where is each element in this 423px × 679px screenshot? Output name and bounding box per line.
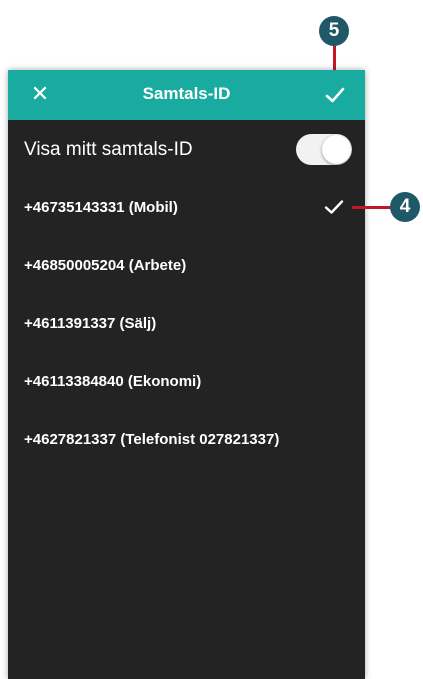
check-icon	[325, 87, 345, 103]
show-caller-id-row: Visa mitt samtals-ID	[8, 120, 365, 178]
number-label: +46735143331 (Mobil)	[24, 199, 178, 216]
number-label: +4627821337 (Telefonist 027821337)	[24, 431, 280, 448]
number-label: +46850005204 (Arbete)	[24, 257, 187, 274]
number-row-ekonomi[interactable]: +46113384840 (Ekonomi)	[8, 352, 365, 410]
number-label: +46113384840 (Ekonomi)	[24, 373, 202, 390]
header-bar: ✕ Samtals-ID	[8, 70, 365, 120]
caller-id-screen: ✕ Samtals-ID Visa mitt samtals-ID +46735…	[8, 70, 365, 679]
show-caller-id-label: Visa mitt samtals-ID	[24, 139, 193, 160]
page-title: Samtals-ID	[142, 84, 231, 103]
callout-line-4	[352, 206, 394, 209]
confirm-button[interactable]	[322, 82, 348, 108]
callout-badge-4: 4	[390, 192, 420, 222]
callout-badge-5: 5	[319, 16, 349, 46]
number-label: +4611391337 (Sälj)	[24, 315, 157, 332]
number-row-mobil[interactable]: +46735143331 (Mobil)	[8, 178, 365, 236]
number-row-telefonist[interactable]: +4627821337 (Telefonist 027821337)	[8, 410, 365, 468]
number-row-arbete[interactable]: +46850005204 (Arbete)	[8, 236, 365, 294]
toggle-knob	[322, 135, 351, 164]
selected-check-icon	[324, 200, 344, 214]
show-caller-id-toggle[interactable]	[296, 134, 352, 165]
number-row-salj[interactable]: +4611391337 (Sälj)	[8, 294, 365, 352]
